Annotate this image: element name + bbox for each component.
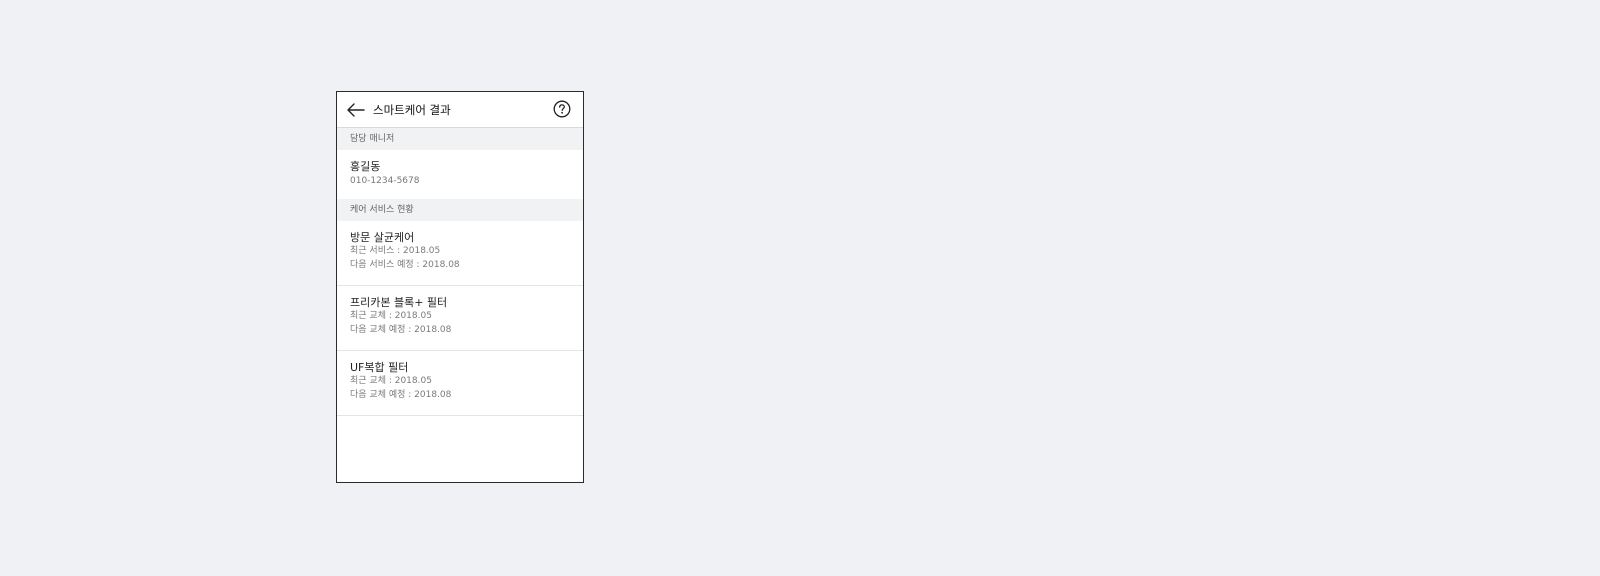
service-next: 다음 교체 예정 : 2018.08 bbox=[350, 389, 452, 400]
service-recent: 최근 서비스 : 2018.05 bbox=[350, 246, 441, 256]
back-button[interactable] bbox=[345, 99, 367, 121]
service-recent: 최근 교체 : 2018.05 bbox=[350, 311, 432, 321]
app-window: 스마트케어 결과 담당 매니저 홍길동 010-1234-5678 케어 서비스… bbox=[336, 91, 584, 483]
service-name: 방문 살균케어 bbox=[350, 231, 415, 244]
service-name: 프리카본 블록+ 필터 bbox=[350, 296, 448, 309]
service-next: 다음 교체 예정 : 2018.08 bbox=[350, 324, 452, 335]
service-section-header: 케어 서비스 현황 bbox=[337, 199, 583, 221]
app-header: 스마트케어 결과 bbox=[337, 92, 583, 128]
arrow-left-icon bbox=[347, 102, 365, 117]
manager-info: 홍길동 010-1234-5678 bbox=[337, 150, 583, 199]
manager-phone[interactable]: 010-1234-5678 bbox=[350, 174, 583, 188]
service-next: 다음 서비스 예정 : 2018.08 bbox=[350, 259, 460, 270]
manager-name: 홍길동 bbox=[350, 160, 381, 173]
service-recent: 최근 교체 : 2018.05 bbox=[350, 376, 432, 386]
service-item-precarbon-filter[interactable]: 프리카본 블록+ 필터 최근 교체 : 2018.05 다음 교체 예정 : 2… bbox=[337, 286, 583, 351]
question-circle-icon bbox=[553, 100, 571, 118]
service-name: UF복합 필터 bbox=[350, 361, 409, 374]
service-item-uf-filter[interactable]: UF복합 필터 최근 교체 : 2018.05 다음 교체 예정 : 2018.… bbox=[337, 351, 583, 416]
service-item-sterilization[interactable]: 방문 살균케어 최근 서비스 : 2018.05 다음 서비스 예정 : 201… bbox=[337, 221, 583, 286]
manager-section-header: 담당 매니저 bbox=[337, 128, 583, 150]
help-button[interactable] bbox=[553, 100, 571, 118]
page-title: 스마트케어 결과 bbox=[373, 102, 451, 117]
